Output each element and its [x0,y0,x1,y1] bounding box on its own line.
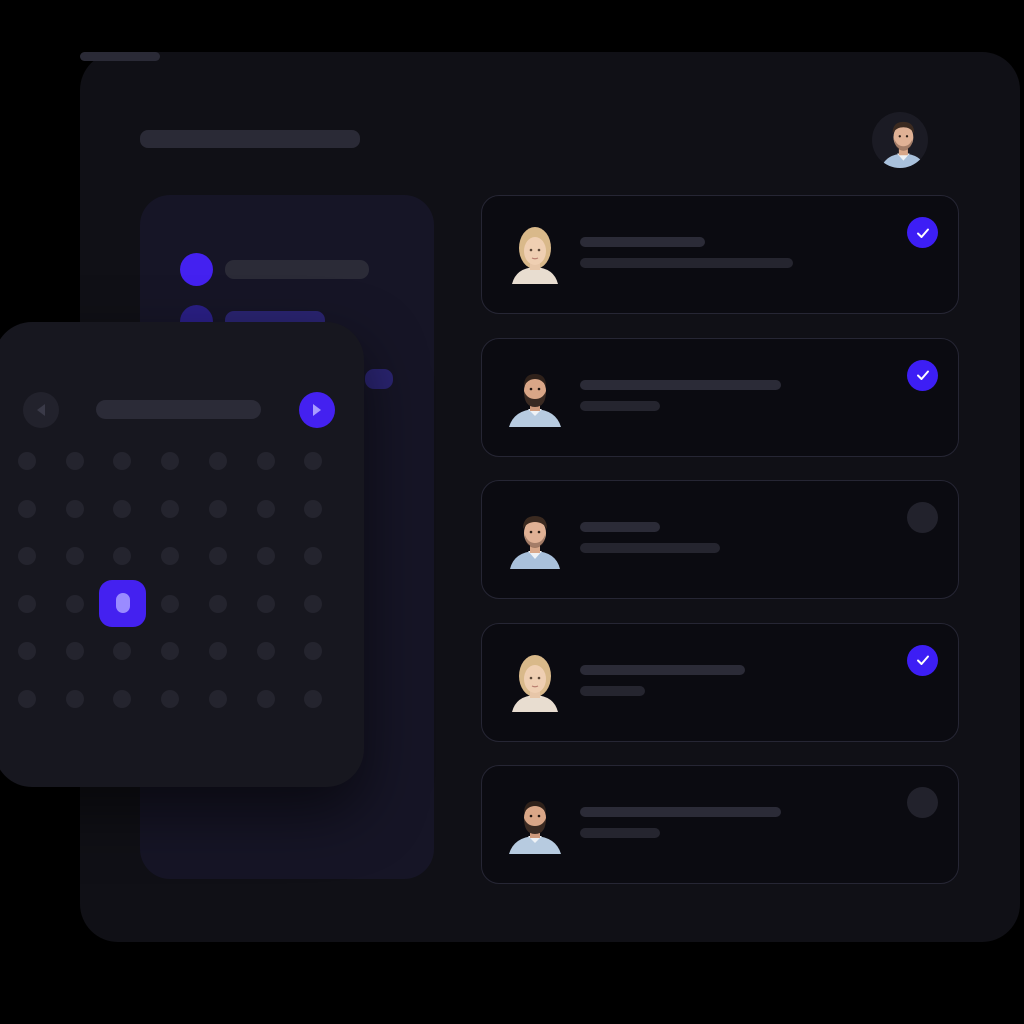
contact-detail-placeholder [580,828,660,838]
select-checkbox[interactable] [907,217,938,248]
calendar-day[interactable] [161,689,180,708]
contact-card[interactable] [481,195,959,314]
calendar-day[interactable] [18,452,36,470]
calendar-day[interactable] [65,689,84,708]
calendar-day[interactable] [304,642,323,660]
sidebar-item-3-label[interactable] [365,369,393,389]
calendar-day[interactable] [256,642,275,660]
contact-name-placeholder [580,379,781,390]
checkmark-icon [916,370,929,380]
calendar-day[interactable] [161,452,180,470]
calendar-day[interactable] [65,547,84,565]
calendar-day[interactable] [208,594,227,613]
contact-name-placeholder [580,664,745,675]
selected-day-marker [115,593,130,613]
select-checkbox[interactable] [907,787,938,818]
avatar-man-beard-icon [506,365,564,427]
calendar-day[interactable] [65,642,84,660]
contact-card[interactable] [481,622,959,742]
calendar-day[interactable] [161,547,180,565]
calendar-day[interactable] [256,689,275,708]
calendar-day[interactable] [113,689,132,708]
select-checkbox[interactable] [907,644,938,676]
calendar-day[interactable] [304,499,323,518]
calendar-day[interactable] [256,547,275,565]
select-checkbox[interactable] [907,502,938,533]
sidebar-item-1-icon[interactable] [180,253,213,286]
sidebar-item-1-label[interactable] [225,260,369,279]
chevron-left-icon [37,404,45,416]
calendar-day[interactable] [65,594,84,613]
calendar-day[interactable] [304,452,323,470]
avatar-man-icon [872,112,928,168]
calendar-day[interactable] [113,452,132,470]
checkmark-icon [916,655,929,665]
calendar-month-label [96,400,261,419]
contact-detail-placeholder [580,543,720,553]
calendar-day[interactable] [208,547,227,565]
avatar-man-beard-icon [506,792,564,854]
calendar-day[interactable] [113,547,132,565]
calendar-day[interactable] [304,594,323,613]
calendar-day[interactable] [161,594,180,613]
contact-card[interactable] [481,765,959,884]
calendar-day[interactable] [18,642,36,660]
avatar-man-icon [506,507,564,569]
calendar-day[interactable] [256,594,275,613]
calendar-day[interactable] [256,499,275,518]
calendar-next-button[interactable] [299,392,335,428]
page-title-placeholder [140,130,360,148]
checkmark-icon [916,228,929,238]
calendar-day[interactable] [208,499,227,518]
user-avatar[interactable] [872,112,928,168]
calendar-widget [0,322,364,787]
calendar-day[interactable] [65,452,84,470]
avatar-woman-icon [506,222,564,284]
contact-detail-placeholder [580,685,645,696]
select-checkbox[interactable] [907,359,938,391]
calendar-day-selected[interactable] [99,579,147,627]
calendar-day[interactable] [161,642,180,660]
contact-detail-placeholder [580,258,793,268]
user-name-placeholder [80,52,160,61]
calendar-day[interactable] [208,689,227,708]
contact-card[interactable] [481,337,959,457]
chevron-right-icon [313,404,321,416]
contact-name-placeholder [580,237,705,247]
contact-card[interactable] [481,480,959,599]
calendar-day[interactable] [113,642,132,660]
calendar-day[interactable] [18,547,36,565]
contact-name-placeholder [580,807,781,817]
calendar-day[interactable] [65,499,84,518]
calendar-day[interactable] [304,547,323,565]
calendar-day[interactable] [18,499,36,518]
calendar-day[interactable] [256,452,275,470]
calendar-day[interactable] [18,689,36,708]
avatar-woman-icon [506,650,564,712]
contact-detail-placeholder [580,400,660,411]
calendar-day[interactable] [208,452,227,470]
contact-name-placeholder [580,522,660,532]
calendar-day[interactable] [18,594,36,613]
calendar-day[interactable] [304,689,323,708]
calendar-day[interactable] [161,499,180,518]
calendar-day[interactable] [113,499,132,518]
calendar-prev-button[interactable] [23,392,59,428]
calendar-day[interactable] [208,642,227,660]
